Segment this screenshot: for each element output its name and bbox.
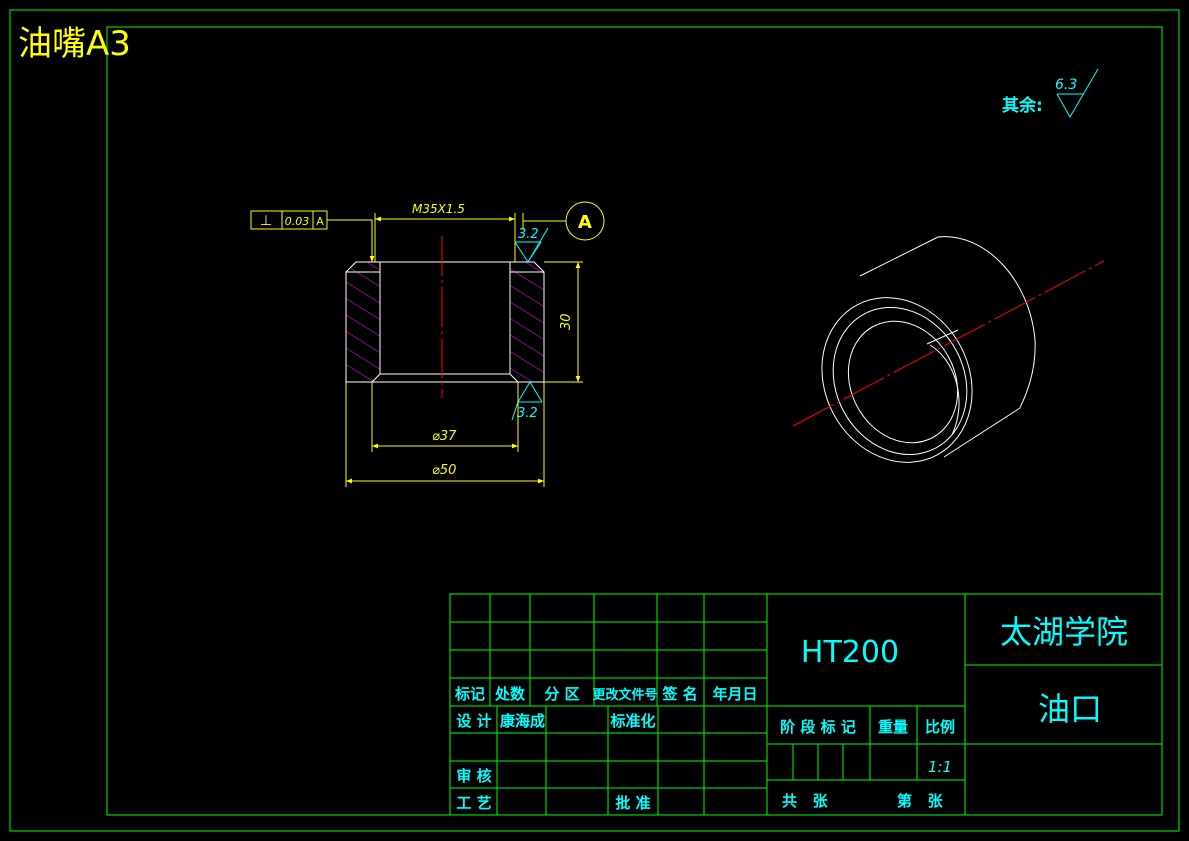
tolerance-value: 0.03 [285,215,310,228]
right-wall-hatch [510,262,544,382]
header-signature: 签 名 [661,685,697,703]
designer-name: 康海成 [500,712,545,730]
scale-value: 1:1 [928,758,952,776]
left-wall-hatch [346,262,380,382]
engineering-drawing: 油嘴A3 其余: 6.3 M35X1.5 A ⊥ 0.03 A 3.2 3.2 … [0,0,1189,841]
inner-diameter-label: ⌀37 [432,429,457,444]
material: HT200 [801,635,899,670]
stage-mark-label: 阶 段 标 记 [780,718,856,736]
roughness-other-value: 6.3 [1055,77,1077,93]
header-count: 处数 [494,685,526,703]
sheet-background [0,0,1189,841]
header-mark: 标记 [454,685,485,703]
tolerance-symbol: ⊥ [260,213,272,229]
process-label: 工 艺 [456,794,491,812]
review-label: 审 核 [456,767,491,785]
weight-label: 重量 [878,718,908,736]
tolerance-datum: A [316,215,324,228]
header-date: 年月日 [712,685,757,703]
roughness-top-value: 3.2 [518,227,539,242]
school-name: 太湖学院 [1000,613,1128,651]
outer-diameter-label: ⌀50 [432,463,456,478]
standardization-label: 标准化 [609,712,655,730]
scale-label: 比例 [925,718,955,736]
total-sheets-label: 共 张 [782,792,829,810]
roughness-other-label: 其余: [1002,95,1043,116]
datum-a-letter: A [578,212,592,233]
roughness-bottom-value: 3.2 [517,406,538,421]
part-name: 油口 [1038,690,1102,728]
height-dimension-label: 30 [559,313,574,330]
thread-dimension-label: M35X1.5 [412,202,465,216]
design-label: 设 计 [456,712,491,730]
header-change-doc: 更改文件号 [592,687,657,703]
header-zone: 分 区 [544,685,579,703]
approve-label: 批 准 [615,794,650,812]
sheet-no-label: 第 张 [897,792,944,810]
sheet-title: 油嘴A3 [18,24,131,64]
